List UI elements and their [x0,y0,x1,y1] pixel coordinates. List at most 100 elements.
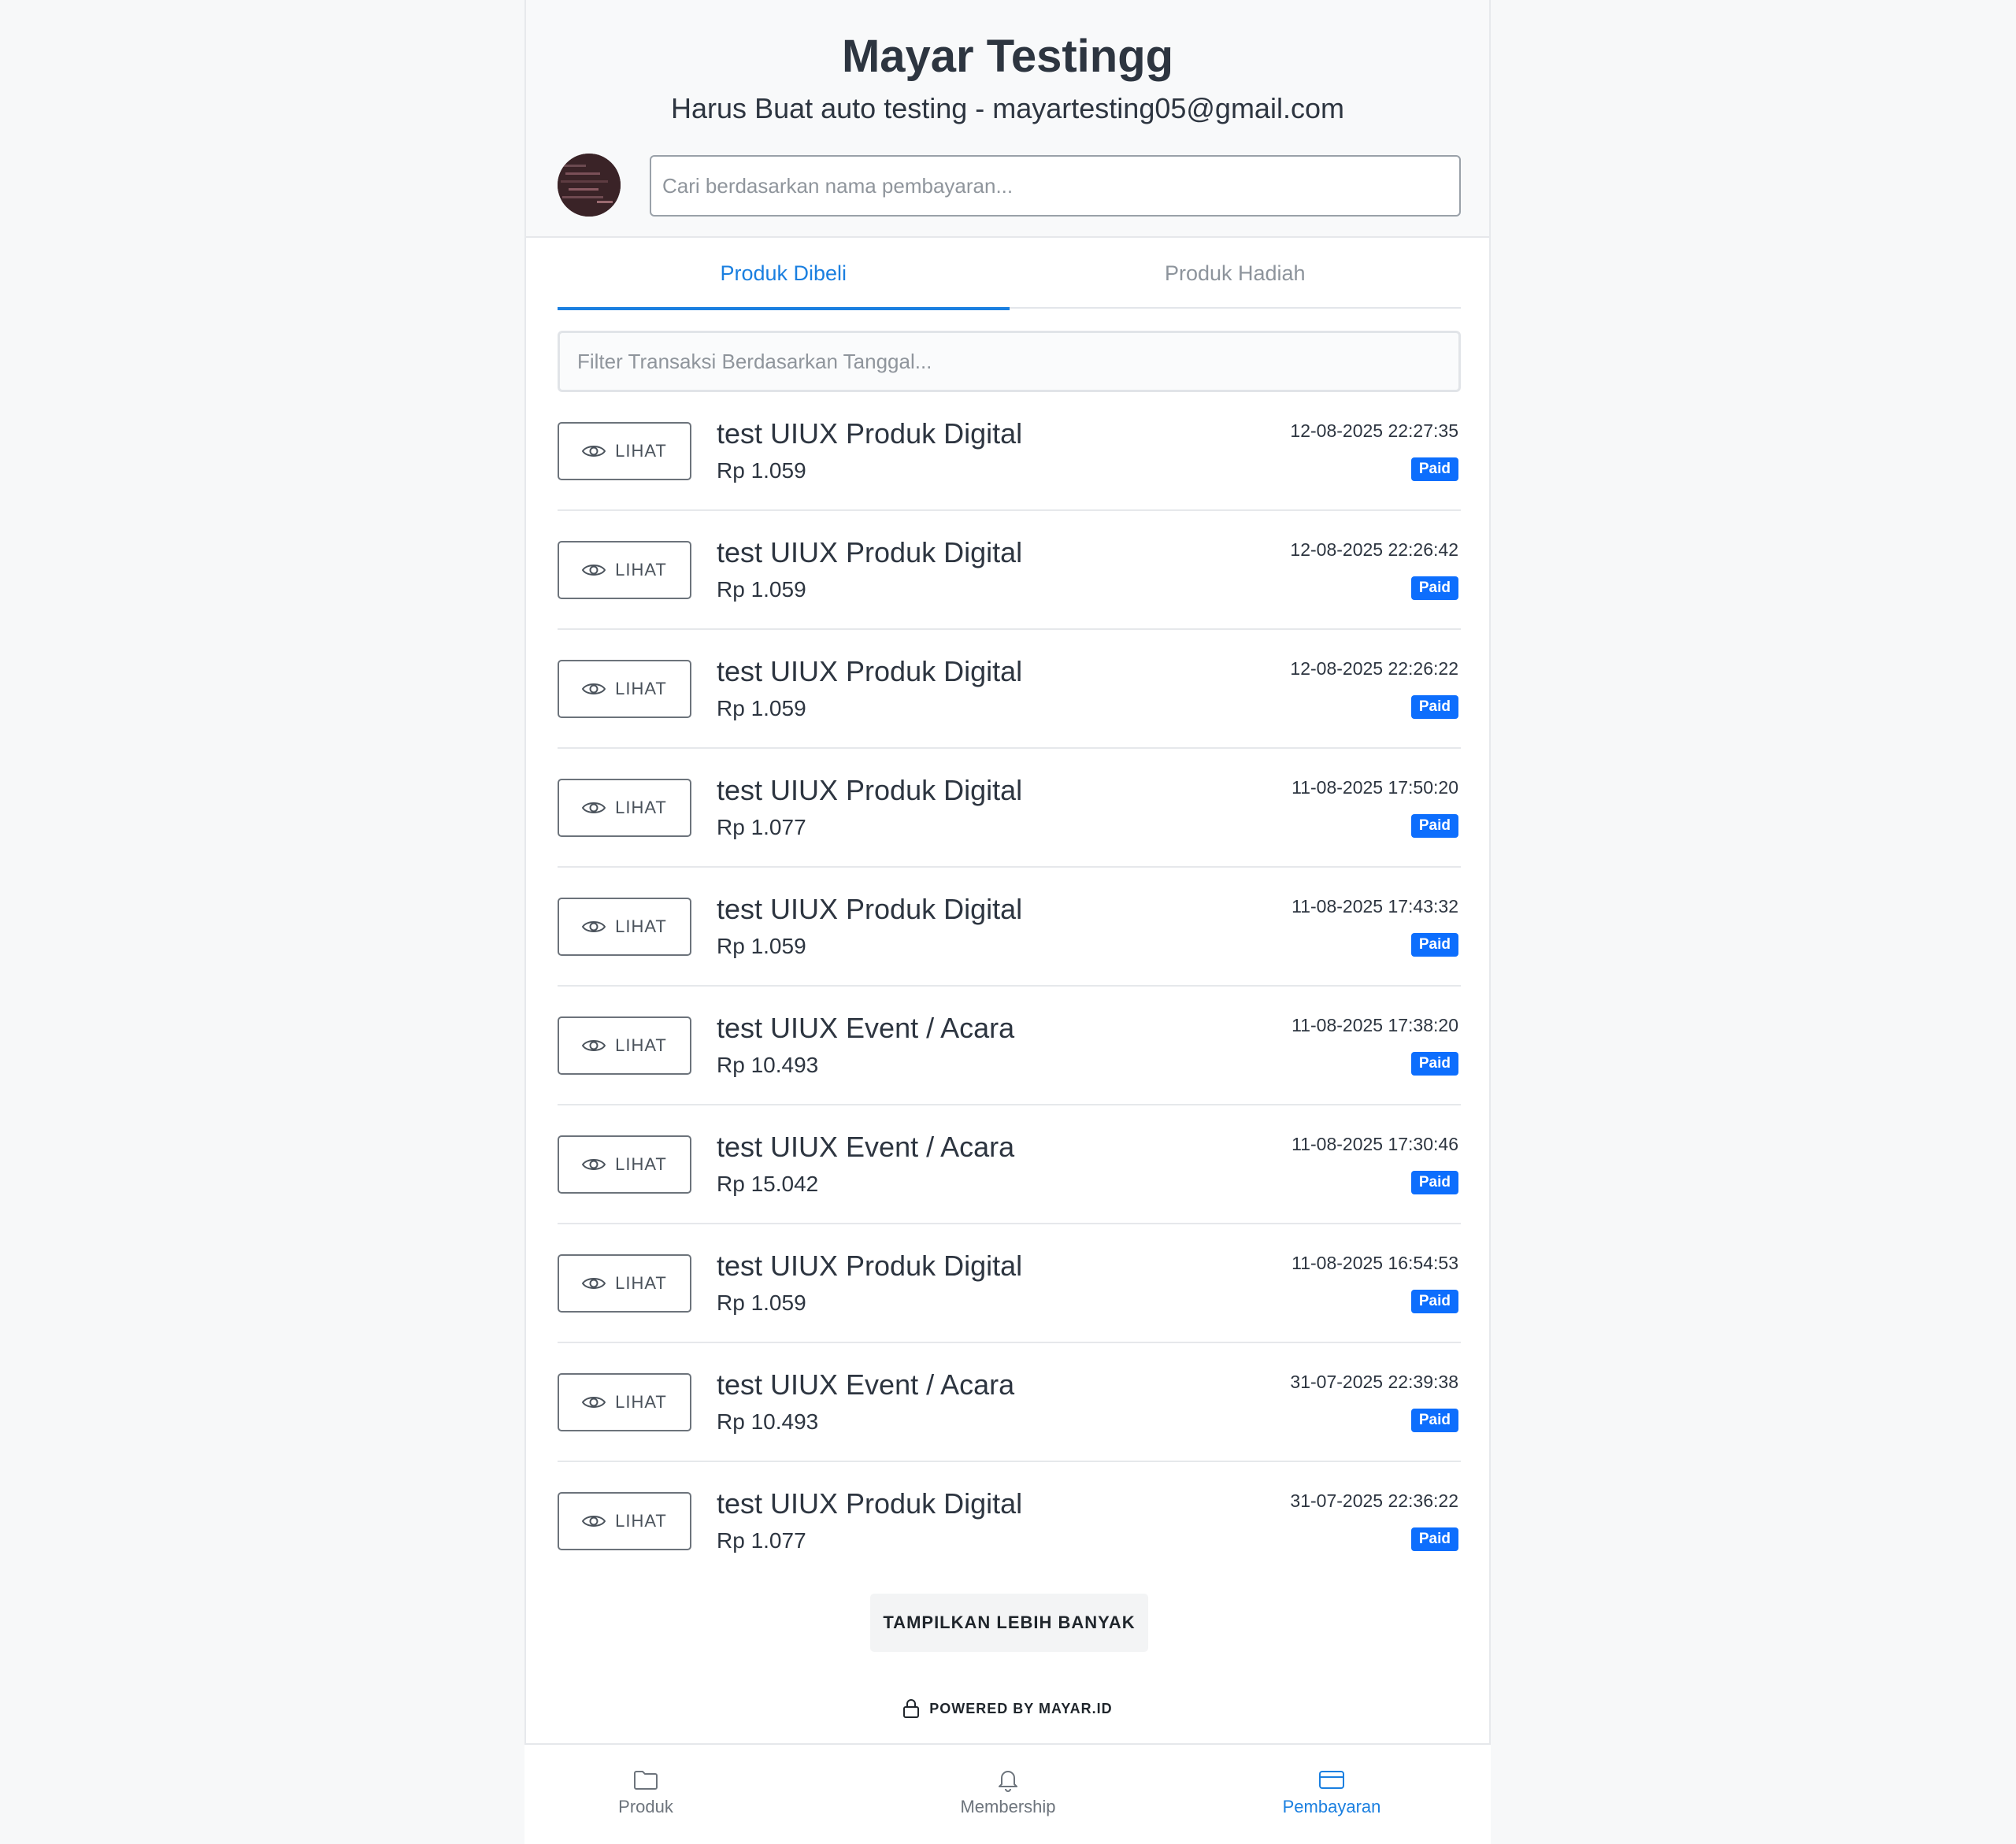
product-price: Rp 1.059 [717,577,806,602]
powered-by-label: POWERED BY MAYAR.ID [929,1700,1113,1716]
status-badge: Paid [1410,1171,1458,1194]
status-badge: Paid [1410,1290,1458,1313]
eye-icon [582,1278,606,1289]
view-button[interactable]: LIHAT [558,779,691,837]
search-input[interactable] [650,155,1461,217]
customer-portal: Mayar Testingg Harus Buat auto testing -… [524,0,1491,1844]
load-more-button[interactable]: TAMPILKAN LEBIH BANYAK [870,1594,1148,1652]
tab-produk-dibeli[interactable]: Produk Dibeli [558,238,1010,310]
view-button-label: LIHAT [615,441,667,461]
product-name: test UIUX Produk Digital [717,893,1023,925]
status-badge: Paid [1410,1527,1458,1551]
lock-icon [903,1699,920,1718]
view-button-label: LIHAT [615,560,667,579]
eye-icon [582,1159,606,1170]
product-name: test UIUX Event / Acara [717,1368,1015,1401]
view-button-label: LIHAT [615,916,667,936]
transaction-datetime: 31-07-2025 22:39:38 [1290,1372,1458,1392]
transaction-row: LIHAT test UIUX Produk Digital Rp 1.059 … [558,392,1461,511]
product-price: Rp 10.493 [717,1409,819,1434]
eye-icon [582,446,606,457]
transaction-row: LIHAT test UIUX Produk Digital Rp 1.059 … [558,511,1461,630]
view-button-label: LIHAT [615,1154,667,1174]
product-price: Rp 15.042 [717,1172,819,1196]
view-button[interactable]: LIHAT [558,1373,691,1431]
nav-label: Pembayaran [1282,1797,1381,1816]
status-badge: Paid [1410,457,1458,481]
nav-membership[interactable]: Membership [914,1767,1102,1817]
transaction-datetime: 11-08-2025 17:50:20 [1292,777,1458,798]
nav-produk[interactable]: Produk [551,1767,740,1817]
view-button[interactable]: LIHAT [558,660,691,718]
product-name: test UIUX Produk Digital [717,536,1023,568]
view-button[interactable]: LIHAT [558,422,691,480]
nav-pembayaran[interactable]: Pembayaran [1237,1767,1426,1817]
product-name: test UIUX Produk Digital [717,417,1023,450]
eye-icon [582,921,606,932]
transaction-row: LIHAT test UIUX Event / Acara Rp 15.042 … [558,1105,1461,1224]
product-price: Rp 1.059 [717,1290,806,1315]
eye-icon [582,1516,606,1527]
view-button[interactable]: LIHAT [558,1492,691,1550]
product-price: Rp 1.059 [717,934,806,958]
eye-icon [582,1040,606,1051]
product-price: Rp 1.059 [717,458,806,483]
transaction-row: LIHAT test UIUX Produk Digital Rp 1.077 … [558,1462,1461,1581]
view-button-label: LIHAT [615,1035,667,1055]
transaction-datetime: 11-08-2025 17:30:46 [1292,1134,1458,1154]
nav-label: Produk [618,1797,673,1816]
product-name: test UIUX Event / Acara [717,1131,1015,1163]
tab-bar: Produk Dibeli Produk Hadiah [558,238,1462,310]
status-badge: Paid [1410,1052,1458,1076]
view-button[interactable]: LIHAT [558,1254,691,1313]
product-price: Rp 1.059 [717,696,806,720]
nav-label: Membership [960,1797,1056,1816]
status-badge: Paid [1410,1409,1458,1432]
bell-icon [999,1771,1017,1792]
transaction-datetime: 11-08-2025 16:54:53 [1292,1253,1458,1273]
view-button-label: LIHAT [615,1273,667,1293]
status-badge: Paid [1410,695,1458,719]
transaction-datetime: 11-08-2025 17:38:20 [1292,1015,1458,1035]
product-price: Rp 10.493 [717,1053,819,1077]
product-name: test UIUX Produk Digital [717,1250,1023,1282]
transaction-list: LIHAT test UIUX Produk Digital Rp 1.059 … [558,392,1461,1581]
transaction-row: LIHAT test UIUX Produk Digital Rp 1.059 … [558,868,1461,987]
status-badge: Paid [1410,933,1458,957]
powered-by[interactable]: POWERED BY MAYAR.ID [526,1694,1489,1723]
product-name: test UIUX Event / Acara [717,1012,1015,1044]
transaction-row: LIHAT test UIUX Event / Acara Rp 10.493 … [558,1343,1461,1462]
transaction-datetime: 12-08-2025 22:26:22 [1290,658,1458,679]
view-button-label: LIHAT [615,1511,667,1531]
view-button[interactable]: LIHAT [558,1016,691,1075]
store-name: Mayar Testingg [841,31,1174,82]
transaction-row: LIHAT test UIUX Event / Acara Rp 10.493 … [558,987,1461,1105]
product-name: test UIUX Produk Digital [717,655,1023,687]
tab-produk-hadiah[interactable]: Produk Hadiah [1010,238,1462,309]
product-price: Rp 1.077 [717,815,806,839]
account-info: Harus Buat auto testing - mayartesting05… [671,92,1344,124]
view-button-label: LIHAT [615,679,667,698]
date-filter-input[interactable] [558,331,1461,392]
eye-icon [582,565,606,576]
portal-header: Mayar Testingg Harus Buat auto testing -… [526,0,1489,238]
product-name: test UIUX Produk Digital [717,1487,1023,1520]
product-name: test UIUX Produk Digital [717,774,1023,806]
view-button[interactable]: LIHAT [558,898,691,956]
eye-icon [582,683,606,694]
avatar[interactable] [558,154,621,217]
credit-card-icon [1319,1771,1344,1789]
status-badge: Paid [1410,814,1458,838]
transaction-row: LIHAT test UIUX Produk Digital Rp 1.077 … [558,749,1461,868]
transaction-datetime: 12-08-2025 22:27:35 [1290,420,1458,441]
view-button[interactable]: LIHAT [558,1135,691,1194]
view-button[interactable]: LIHAT [558,541,691,599]
view-button-label: LIHAT [615,798,667,817]
product-price: Rp 1.077 [717,1528,806,1553]
status-badge: Paid [1410,576,1458,600]
view-button-label: LIHAT [615,1392,667,1412]
transaction-datetime: 31-07-2025 22:36:22 [1290,1490,1458,1511]
transaction-datetime: 11-08-2025 17:43:32 [1292,896,1458,916]
transaction-row: LIHAT test UIUX Produk Digital Rp 1.059 … [558,1224,1461,1343]
transaction-datetime: 12-08-2025 22:26:42 [1290,539,1458,560]
